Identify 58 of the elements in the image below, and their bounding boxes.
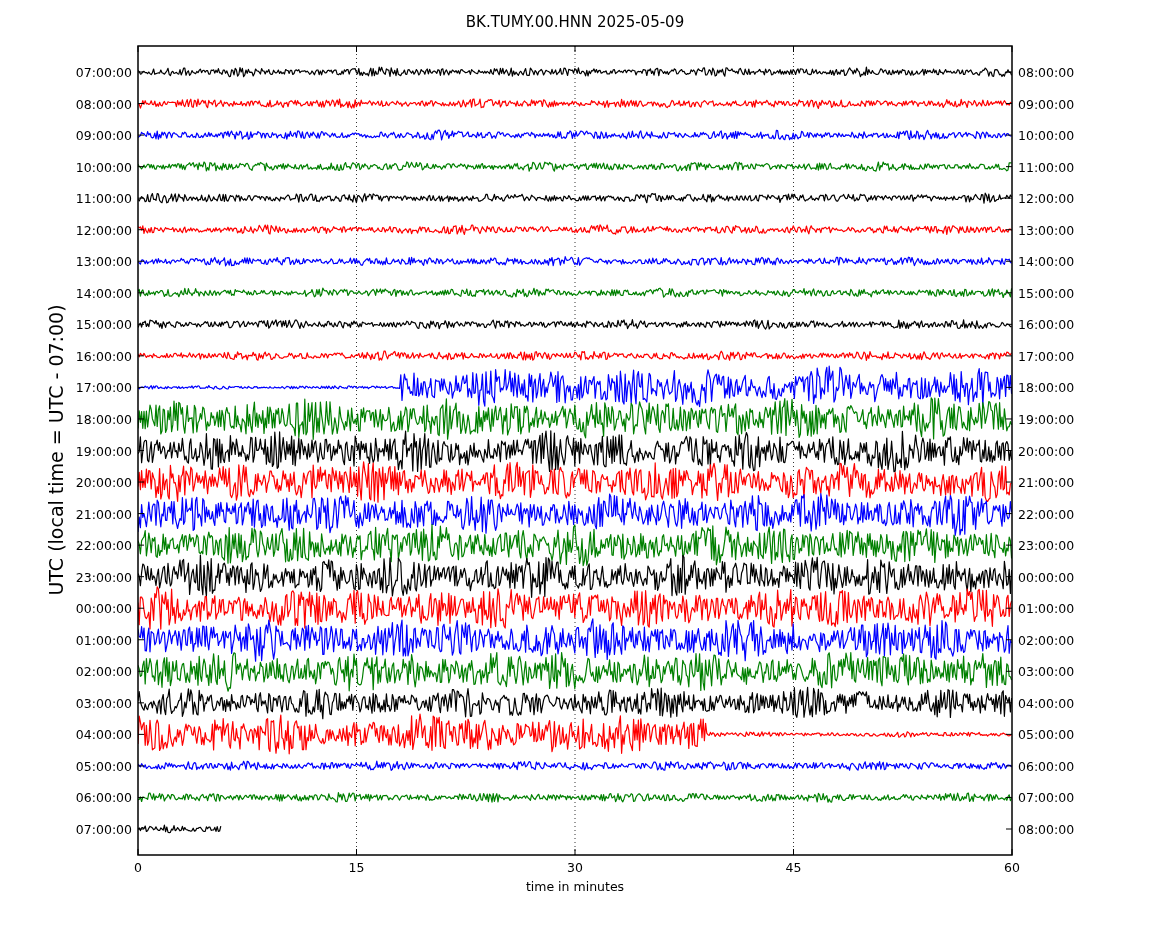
axis-tick-label: 02:00:00 xyxy=(1018,632,1075,648)
axis-tick-label: 0 xyxy=(134,860,142,875)
axis-tick-label: 04:00:00 xyxy=(75,727,132,743)
axis-tick-label: 01:00:00 xyxy=(1018,601,1075,617)
axis-tick-label: 08:00:00 xyxy=(1018,65,1075,80)
y-axis-label: UTC (local time = UTC - 07:00) xyxy=(45,304,67,596)
axis-tick-label: 15:00:00 xyxy=(1018,285,1075,301)
axis-tick-label: 00:00:00 xyxy=(1018,569,1075,585)
axis-tick-label: 20:00:00 xyxy=(75,475,132,491)
axis-tick-label: 10:00:00 xyxy=(1018,128,1075,144)
axis-tick-label: 03:00:00 xyxy=(75,695,132,711)
axis-tick-label: 05:00:00 xyxy=(1018,727,1075,743)
axis-tick-label: 06:00:00 xyxy=(75,790,132,806)
axis-tick-label: 09:00:00 xyxy=(1018,96,1075,112)
axis-tick-label: 07:00:00 xyxy=(75,65,132,80)
axis-tick-label: 60 xyxy=(1004,860,1020,875)
axis-tick-label: 07:00:00 xyxy=(75,822,132,837)
axis-tick-label: 01:00:00 xyxy=(75,632,132,648)
axis-tick-label: 00:00:00 xyxy=(75,601,132,617)
axis-tick-label: 06:00:00 xyxy=(1018,758,1075,774)
axis-tick-label: 11:00:00 xyxy=(1018,159,1075,175)
axis-tick-label: 04:00:00 xyxy=(1018,695,1075,711)
axis-tick-label: 22:00:00 xyxy=(75,538,132,554)
axis-tick-label: 13:00:00 xyxy=(1018,222,1075,238)
axis-tick-label: 14:00:00 xyxy=(75,285,132,301)
axis-tick-label: 20:00:00 xyxy=(1018,443,1075,459)
axis-tick-label: 09:00:00 xyxy=(75,128,132,144)
axis-tick-label: 19:00:00 xyxy=(1018,411,1075,427)
axis-tick-label: 03:00:00 xyxy=(1018,664,1075,680)
axis-tick-label: 15:00:00 xyxy=(75,317,132,333)
axis-tick-label: 21:00:00 xyxy=(1018,475,1075,491)
axis-tick-label: 05:00:00 xyxy=(75,758,132,774)
axis-tick-label: 15 xyxy=(348,860,365,875)
axis-tick-label: 17:00:00 xyxy=(75,380,132,396)
axis-tick-label: 12:00:00 xyxy=(75,222,132,238)
axis-tick-label: 10:00:00 xyxy=(75,159,132,175)
axis-tick-label: 17:00:00 xyxy=(1018,348,1075,364)
axis-tick-label: 45 xyxy=(785,860,802,875)
axis-tick-label: 23:00:00 xyxy=(75,569,132,585)
axis-tick-label: 07:00:00 xyxy=(1018,790,1075,806)
axis-tick-label: 11:00:00 xyxy=(75,191,132,207)
axis-tick-label: 12:00:00 xyxy=(1018,191,1075,207)
axis-tick-label: 18:00:00 xyxy=(1018,380,1075,396)
axis-tick-label: 16:00:00 xyxy=(1018,317,1075,333)
axis-tick-label: 13:00:00 xyxy=(75,254,132,270)
axis-tick-label: 08:00:00 xyxy=(75,96,132,112)
axis-tick-label: 23:00:00 xyxy=(1018,538,1075,554)
axis-tick-label: 16:00:00 xyxy=(75,348,132,364)
axis-tick-label: 30 xyxy=(567,860,583,875)
axis-tick-label: 19:00:00 xyxy=(75,443,132,459)
axis-tick-label: 18:00:00 xyxy=(75,411,132,427)
axis-tick-label: 21:00:00 xyxy=(75,506,132,522)
axis-tick-label: 02:00:00 xyxy=(75,664,132,680)
axis-tick-label: 22:00:00 xyxy=(1018,506,1075,522)
x-axis-label: time in minutes xyxy=(525,879,625,894)
axis-tick-label: 08:00:00 xyxy=(1018,822,1075,837)
axis-tick-label: 14:00:00 xyxy=(1018,254,1075,270)
chart-title: BK.TUMY.00.HNN 2025-05-09 xyxy=(465,13,685,31)
